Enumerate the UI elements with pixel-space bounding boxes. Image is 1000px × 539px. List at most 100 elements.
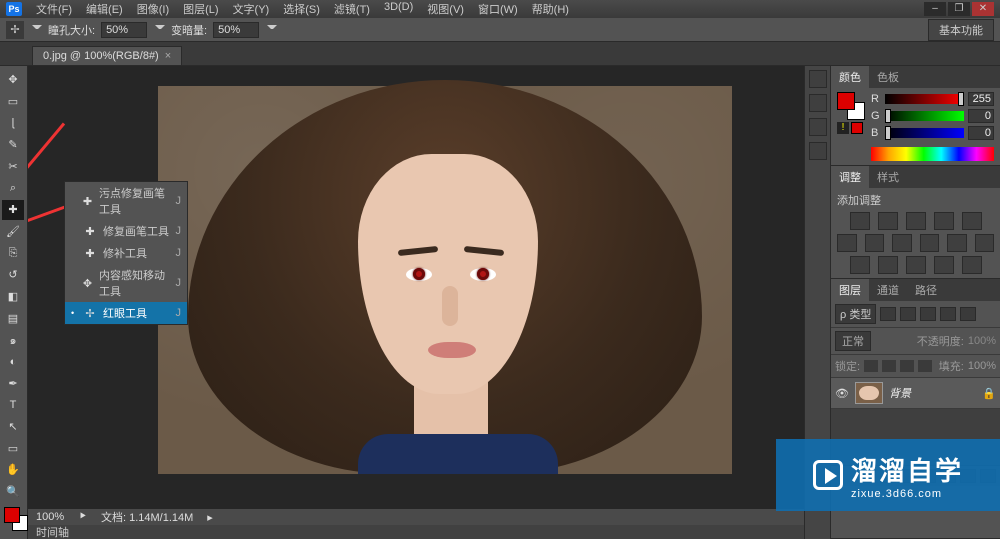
foreground-color-swatch[interactable]: [4, 507, 20, 523]
history-brush-tool[interactable]: ↺: [2, 265, 24, 285]
menu-file[interactable]: 文件(F): [30, 0, 78, 18]
tab-layers[interactable]: 图层: [831, 279, 869, 301]
layer-row-background[interactable]: 👁 背景 🔒: [831, 378, 1000, 409]
menu-edit[interactable]: 编辑(E): [80, 0, 129, 18]
crop-tool[interactable]: ✂: [2, 157, 24, 177]
flyout-item-healing[interactable]: ✚ 修复画笔工具 J: [65, 220, 187, 242]
filter-adjust-icon[interactable]: [900, 307, 916, 321]
canvas-area[interactable]: ✚ 污点修复画笔工具 J ✚ 修复画笔工具 J ✚ 修补工具 J ✥ 内容感知移…: [28, 66, 804, 539]
lock-icon[interactable]: 🔒: [982, 387, 996, 400]
brush-tool[interactable]: 🖌: [2, 222, 24, 242]
healing-tool[interactable]: ✚: [2, 200, 24, 220]
flyout-item-spot-healing[interactable]: ✚ 污点修复画笔工具 J: [65, 182, 187, 220]
adj-invert[interactable]: [850, 256, 870, 274]
tab-swatches[interactable]: 色板: [869, 66, 907, 88]
adj-color-lookup[interactable]: [975, 234, 995, 252]
tab-paths[interactable]: 路径: [907, 279, 945, 301]
chevron-down-icon[interactable]: [32, 25, 42, 35]
adj-color-balance[interactable]: [865, 234, 885, 252]
menu-select[interactable]: 选择(S): [277, 0, 326, 18]
b-value[interactable]: 0: [968, 126, 994, 140]
lock-all-icon[interactable]: [918, 360, 932, 372]
layer-thumbnail[interactable]: [855, 382, 883, 404]
adj-brightness[interactable]: [850, 212, 870, 230]
menu-layer[interactable]: 图层(L): [177, 0, 224, 18]
adj-selective-color[interactable]: [962, 256, 982, 274]
adj-hue[interactable]: [837, 234, 857, 252]
lasso-tool[interactable]: ɭ: [2, 113, 24, 133]
tab-styles[interactable]: 样式: [869, 166, 907, 188]
darken-amount-input[interactable]: [213, 22, 259, 38]
fill-value[interactable]: 100%: [968, 360, 996, 372]
adj-channel-mixer[interactable]: [947, 234, 967, 252]
adj-curves[interactable]: [906, 212, 926, 230]
filter-shape-icon[interactable]: [940, 307, 956, 321]
dock-button-history[interactable]: [809, 70, 827, 88]
eyedropper-tool[interactable]: ⌕: [2, 178, 24, 198]
layer-name[interactable]: 背景: [889, 385, 976, 401]
gradient-tool[interactable]: ▤: [2, 308, 24, 328]
tab-color[interactable]: 颜色: [831, 66, 869, 88]
menu-image[interactable]: 图像(I): [131, 0, 175, 18]
filter-smart-icon[interactable]: [960, 307, 976, 321]
gamut-warning-icon[interactable]: !: [837, 122, 849, 134]
zoom-level[interactable]: 100%: [36, 511, 64, 523]
adj-gradient-map[interactable]: [934, 256, 954, 274]
color-swatches[interactable]: [2, 507, 25, 535]
restore-button[interactable]: ❐: [948, 2, 970, 16]
document-tab[interactable]: 0.jpg @ 100%(RGB/8#) ×: [32, 46, 182, 65]
r-value[interactable]: 255: [968, 92, 994, 106]
adj-exposure[interactable]: [934, 212, 954, 230]
layer-filter-kind[interactable]: ρ 类型: [835, 304, 876, 324]
visibility-icon[interactable]: 👁: [835, 387, 849, 400]
panel-color-swatches[interactable]: !: [837, 92, 865, 132]
close-tab-icon[interactable]: ×: [165, 50, 171, 62]
panel-fg-swatch[interactable]: [837, 92, 855, 110]
clone-stamp-tool[interactable]: ⎘: [2, 243, 24, 263]
adj-threshold[interactable]: [906, 256, 926, 274]
adj-bw[interactable]: [892, 234, 912, 252]
dodge-tool[interactable]: ◐: [2, 352, 24, 372]
chevron-down-icon[interactable]: [267, 25, 277, 35]
adj-posterize[interactable]: [878, 256, 898, 274]
pen-tool[interactable]: ✒: [2, 373, 24, 393]
filter-pixel-icon[interactable]: [880, 307, 896, 321]
menu-view[interactable]: 视图(V): [421, 0, 470, 18]
r-slider[interactable]: [885, 94, 964, 104]
menu-3d[interactable]: 3D(D): [378, 0, 419, 18]
workspace-switcher[interactable]: 基本功能: [928, 19, 994, 41]
color-spectrum[interactable]: [871, 147, 994, 161]
tool-preset-picker[interactable]: ✢: [6, 21, 24, 39]
lock-position-icon[interactable]: [900, 360, 914, 372]
minimize-button[interactable]: –: [924, 2, 946, 16]
move-tool[interactable]: ✥: [2, 70, 24, 90]
document-canvas[interactable]: [158, 86, 732, 474]
marquee-tool[interactable]: ▭: [2, 92, 24, 112]
dock-button-properties[interactable]: [809, 94, 827, 112]
lock-image-icon[interactable]: [882, 360, 896, 372]
menu-window[interactable]: 窗口(W): [472, 0, 524, 18]
adj-levels[interactable]: [878, 212, 898, 230]
flyout-item-content-aware-move[interactable]: ✥ 内容感知移动工具 J: [65, 264, 187, 302]
tab-adjustments[interactable]: 调整: [831, 166, 869, 188]
b-slider[interactable]: [885, 128, 964, 138]
zoom-tool[interactable]: 🔍: [2, 482, 24, 502]
lock-transparent-icon[interactable]: [864, 360, 878, 372]
adj-vibrance[interactable]: [962, 212, 982, 230]
g-value[interactable]: 0: [968, 109, 994, 123]
pupil-size-input[interactable]: [101, 22, 147, 38]
eraser-tool[interactable]: ◧: [2, 287, 24, 307]
chevron-down-icon[interactable]: [155, 25, 165, 35]
blend-mode-select[interactable]: 正常: [835, 331, 871, 351]
status-more-icon[interactable]: ▸: [207, 511, 213, 524]
type-tool[interactable]: T: [2, 395, 24, 415]
g-slider[interactable]: [885, 111, 964, 121]
shape-tool[interactable]: ▭: [2, 438, 24, 458]
filter-type-icon[interactable]: [920, 307, 936, 321]
tab-channels[interactable]: 通道: [869, 279, 907, 301]
dock-button-character[interactable]: [809, 118, 827, 136]
menu-help[interactable]: 帮助(H): [526, 0, 575, 18]
blur-tool[interactable]: ๑: [2, 330, 24, 350]
gamut-color-icon[interactable]: [851, 122, 863, 134]
dock-button-paragraph[interactable]: [809, 142, 827, 160]
